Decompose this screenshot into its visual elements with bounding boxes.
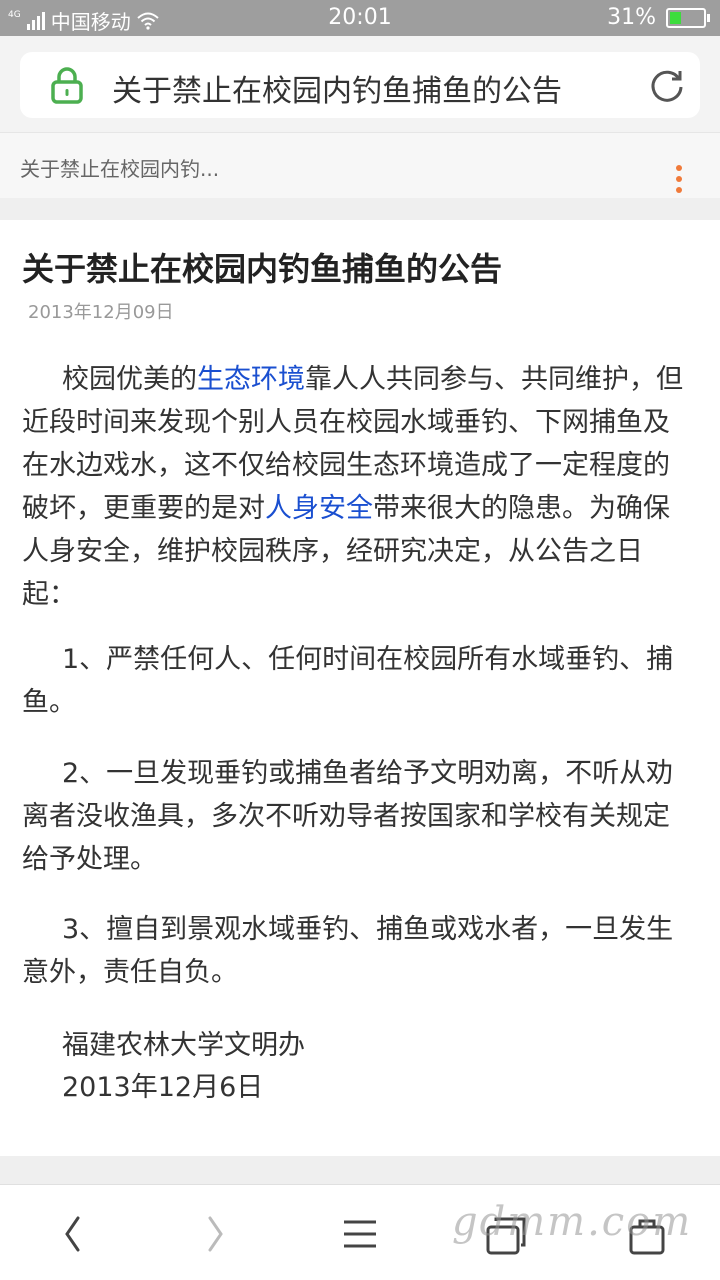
article-paragraph-intro: 校园优美的生态环境靠人人共同参与、共同维护，但近段时间来发现个别人员在校园水域垂…: [22, 358, 692, 616]
status-bar: 4G 中国移动 20:01 31%: [0, 0, 720, 36]
article-item-3: 3、擅自到景观水域垂钓、捕鱼或戏水者，一旦发生意外，责任自负。: [22, 908, 692, 994]
signature-date: 2013年12月6日: [62, 1072, 264, 1103]
item-3-text: 3、擅自到景观水域垂钓、捕鱼或戏水者，一旦发生意外，责任自负。: [22, 914, 674, 988]
article-date: 2013年12月09日: [28, 302, 174, 323]
page-title-in-address-bar[interactable]: 关于禁止在校园内钓鱼捕鱼的公告: [112, 66, 562, 110]
battery-icon: [666, 7, 710, 28]
chevron-right-icon[interactable]: [190, 1209, 240, 1259]
intro-text-a: 校园优美的: [62, 364, 197, 395]
divider: [0, 198, 720, 220]
watermark: gdmm.com: [452, 1199, 693, 1245]
address-bar[interactable]: 关于禁止在校园内钓鱼捕鱼的公告: [20, 52, 700, 118]
item-2-text: 2、一旦发现垂钓或捕鱼者给予文明劝离，不听从劝离者没收渔具，多次不听劝导者按国家…: [22, 758, 674, 875]
address-bar-area: 关于禁止在校园内钓鱼捕鱼的公告: [0, 36, 720, 132]
battery-fill: [670, 11, 681, 24]
divider: [0, 1156, 720, 1184]
article-item-1: 1、严禁任何人、任何时间在校园所有水域垂钓、捕鱼。: [22, 638, 692, 724]
lock-icon: [51, 67, 83, 104]
status-right: 31%: [607, 5, 710, 30]
article-item-2: 2、一旦发现垂钓或捕鱼者给予文明劝离，不听从劝离者没收渔具，多次不听劝导者按国家…: [22, 752, 692, 881]
tab-title: 关于禁止在校园内钓...: [20, 157, 220, 181]
article-headline: 关于禁止在校园内钓鱼捕鱼的公告: [22, 250, 503, 288]
chevron-left-icon[interactable]: [48, 1209, 98, 1259]
refresh-icon[interactable]: [648, 66, 686, 104]
bottom-navigation: gdmm.com: [0, 1184, 720, 1280]
item-1-text: 1、严禁任何人、任何时间在校园所有水域垂钓、捕鱼。: [22, 644, 674, 718]
page-header-strip: 关于禁止在校园内钓...: [0, 132, 720, 198]
battery-percent: 31%: [607, 5, 656, 30]
more-vertical-icon[interactable]: [676, 165, 686, 195]
signature-org: 福建农林大学文明办: [62, 1030, 305, 1061]
link-personal-safety[interactable]: 人身安全: [265, 493, 373, 524]
hamburger-icon[interactable]: [335, 1209, 385, 1259]
link-ecological-environment[interactable]: 生态环境: [197, 364, 305, 395]
